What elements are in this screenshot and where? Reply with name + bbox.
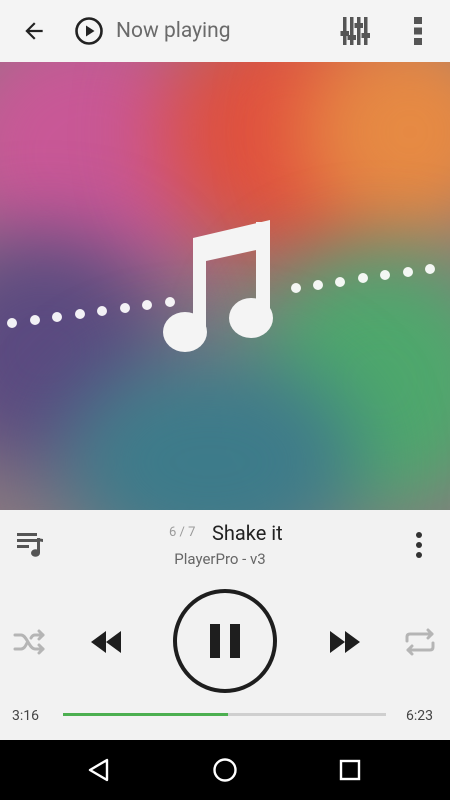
seek-bar[interactable] [63,713,386,716]
album-artwork [0,62,450,510]
back-button[interactable] [14,11,54,51]
track-position: 6 / 7 [169,525,196,540]
progress-section: 3:16 6:23 [0,700,450,740]
fast-forward-button[interactable] [325,624,365,660]
track-menu-button[interactable] [404,528,434,562]
back-arrow-icon [25,22,43,40]
music-note-icon [7,220,435,352]
more-vert-icon [416,532,422,558]
play-circle-icon [75,17,103,45]
nav-home-icon [213,758,237,782]
rewind-button[interactable] [86,624,126,660]
track-artist: PlayerPro - v3 [174,550,266,568]
nav-recents-button[interactable] [325,748,375,792]
nav-home-button[interactable] [200,748,250,792]
nav-recents-icon [339,759,361,781]
seek-bar-progress [63,713,228,716]
play-pause-button[interactable] [173,589,277,693]
overflow-menu-button[interactable] [400,11,436,51]
equalizer-button[interactable] [334,11,376,51]
fast-forward-icon [330,631,360,653]
nav-back-icon [88,758,109,782]
page-title: Now playing [116,19,231,43]
nav-back-button[interactable] [74,748,124,792]
rewind-icon [91,631,121,653]
shuffle-icon [13,629,45,655]
total-time: 6:23 [406,708,433,724]
shuffle-button[interactable] [10,624,50,660]
pause-icon [210,624,240,658]
current-time: 3:16 [12,708,39,724]
system-navigation-bar [0,740,450,800]
repeat-button[interactable] [400,624,440,660]
repeat-icon [405,628,435,656]
now-playing-icon-button[interactable] [72,14,106,48]
equalizer-icon [340,17,370,45]
toolbar: Now playing [0,0,450,62]
playback-controls [0,580,450,700]
track-info: 6 / 7 Shake it PlayerPro - v3 [0,510,450,580]
track-title: Shake it [212,521,283,545]
more-vert-icon [414,17,422,45]
